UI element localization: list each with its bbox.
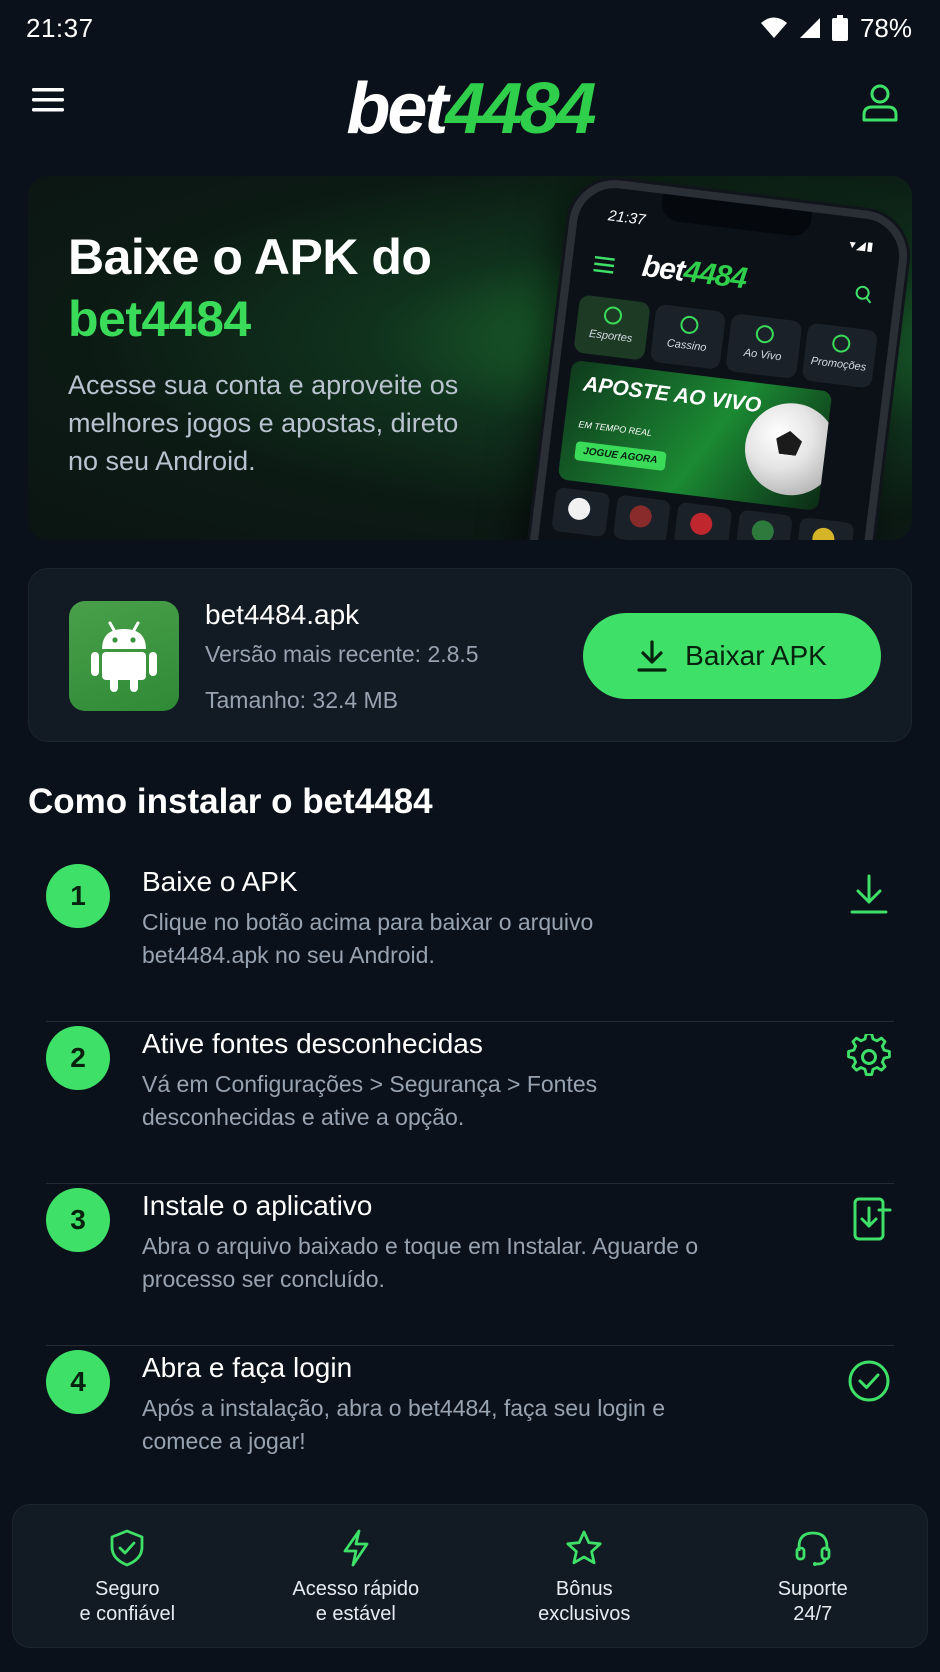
step-title: Baixe o APK bbox=[142, 866, 298, 897]
step-title: Instale o aplicativo bbox=[142, 1190, 373, 1221]
game-icon bbox=[673, 501, 733, 540]
casino-icon bbox=[679, 314, 700, 335]
feature-label: Seguro e confiável bbox=[79, 1578, 176, 1625]
battery-percent: 78% bbox=[859, 12, 912, 43]
phone-time: 21:37 bbox=[607, 207, 647, 229]
install-step: 2 Ative fontes desconhecidas Vá em Confi… bbox=[46, 1022, 894, 1184]
game-icon bbox=[734, 509, 794, 540]
status-bar: 21:37 78% bbox=[0, 0, 940, 56]
feature-item: Seguro e confiável bbox=[13, 1505, 242, 1647]
feature-item: Acesso rápido e estável bbox=[242, 1505, 471, 1647]
phone-tab-label: Ao Vivo bbox=[743, 346, 782, 364]
install-step: 3 Instale o aplicativo Abra o arquivo ba… bbox=[46, 1184, 894, 1346]
step-description: Vá em Configurações > Segurança > Fontes… bbox=[142, 1071, 598, 1130]
phone-status-icons: ▾◢▮ bbox=[848, 236, 876, 254]
phone-notch bbox=[660, 193, 813, 238]
download-icon bbox=[850, 874, 888, 914]
brand-logo[interactable]: bet4484 bbox=[0, 68, 940, 150]
lightning-icon bbox=[343, 1529, 369, 1567]
phone-logo: bet4484 bbox=[640, 250, 748, 297]
step-title: Ative fontes desconhecidas bbox=[142, 1028, 483, 1059]
phone-tab-label: Esportes bbox=[588, 327, 633, 346]
hero-subtitle: Acesse sua conta e aproveite os melhores… bbox=[68, 370, 459, 476]
phone-tab-label: Promoções bbox=[810, 355, 867, 374]
logo-text-white: bet bbox=[346, 69, 448, 149]
phone-promo-banner: APOSTE AO VIVO EM TEMPO REAL JOGUE AGORA bbox=[557, 359, 833, 511]
step-number-badge: 2 bbox=[46, 1026, 110, 1090]
features-bar: Seguro e confiável Acesso rápido e estáv… bbox=[12, 1504, 928, 1648]
hero-banner: Baixe o APK do bet4484 Acesse sua conta … bbox=[28, 176, 912, 540]
game-icon bbox=[795, 516, 855, 540]
phone-banner-subtitle: EM TEMPO REAL bbox=[577, 419, 653, 439]
wifi-icon bbox=[760, 17, 787, 38]
game-icon bbox=[551, 486, 610, 538]
headset-icon bbox=[795, 1531, 831, 1566]
android-icon bbox=[69, 601, 179, 711]
install-step: 4 Abra e faça login Após a instalação, a… bbox=[46, 1346, 894, 1508]
phone-tab: Ao Vivo bbox=[725, 313, 803, 380]
check-circle-icon bbox=[848, 1360, 890, 1402]
hero-title: Baixe o APK do bet4484 bbox=[68, 226, 528, 350]
game-icon bbox=[612, 494, 672, 540]
step-description: Clique no botão acima para baixar o arqu… bbox=[142, 909, 594, 968]
step-number-badge: 3 bbox=[46, 1188, 110, 1252]
app-header: bet4484 bbox=[0, 64, 940, 149]
phone-search-icon bbox=[855, 285, 872, 304]
hero-title-line2: bet4484 bbox=[68, 291, 251, 347]
download-icon bbox=[637, 640, 667, 672]
shield-check-icon bbox=[110, 1529, 144, 1567]
phone-tab: Esportes bbox=[573, 294, 651, 361]
hero-title-line1: Baixe o APK do bbox=[68, 229, 432, 285]
feature-item: Suporte 24/7 bbox=[699, 1505, 928, 1647]
feature-item: Bônus exclusivos bbox=[470, 1505, 699, 1647]
gift-icon bbox=[831, 333, 852, 354]
user-account-icon[interactable] bbox=[860, 82, 904, 126]
apk-version: Versão mais recente: 2.8.5 bbox=[205, 641, 479, 667]
phone-install-icon bbox=[853, 1197, 892, 1241]
download-apk-button[interactable]: Baixar APK bbox=[583, 613, 881, 699]
phone-logo-white: bet bbox=[640, 249, 686, 288]
status-time: 21:37 bbox=[26, 12, 94, 43]
phone-logo-green: 4484 bbox=[681, 254, 749, 296]
soccer-icon bbox=[603, 305, 624, 326]
phone-banner-cta: JOGUE AGORA bbox=[574, 441, 667, 471]
install-section-title: Como instalar o bet4484 bbox=[28, 782, 433, 821]
phone-tab: Cassino bbox=[649, 303, 727, 370]
cell-signal-icon bbox=[799, 18, 820, 38]
step-number-badge: 4 bbox=[46, 1350, 110, 1414]
step-title: Abra e faça login bbox=[142, 1352, 353, 1383]
phone-menu-icon bbox=[593, 255, 615, 274]
step-number-badge: 1 bbox=[46, 864, 110, 928]
status-icons: 78% bbox=[760, 13, 912, 44]
step-description: Abra o arquivo baixado e toque em Instal… bbox=[142, 1233, 699, 1292]
download-button-label: Baixar APK bbox=[685, 640, 827, 671]
feature-label: Acesso rápido e estável bbox=[292, 1578, 420, 1625]
apk-download-card: bet4484.apk Versão mais recente: 2.8.5 T… bbox=[28, 568, 912, 742]
phone-tab-label: Cassino bbox=[666, 337, 708, 355]
install-step: 1 Baixe o APK Clique no botão acima para… bbox=[46, 860, 894, 1022]
install-steps-list: 1 Baixe o APK Clique no botão acima para… bbox=[46, 860, 894, 1508]
phone-banner-title: APOSTE AO VIVO bbox=[582, 372, 763, 418]
feature-label: Bônus exclusivos bbox=[538, 1578, 631, 1625]
apk-size: Tamanho: 32.4 MB bbox=[205, 687, 399, 713]
star-icon bbox=[566, 1530, 602, 1565]
gear-icon bbox=[847, 1034, 891, 1077]
phone-mockup-image: 21:37 ▾◢▮ bet4484 Esportes Cassino Ao Vi… bbox=[523, 176, 912, 540]
apk-file-name: bet4484.apk bbox=[205, 599, 360, 630]
feature-label: Suporte 24/7 bbox=[777, 1578, 848, 1625]
phone-tab: Promoções bbox=[801, 322, 879, 389]
live-icon bbox=[755, 324, 776, 345]
step-description: Após a instalação, abra o bet4484, faça … bbox=[142, 1395, 665, 1454]
logo-text-green: 4484 bbox=[445, 69, 596, 149]
battery-icon bbox=[831, 15, 848, 41]
